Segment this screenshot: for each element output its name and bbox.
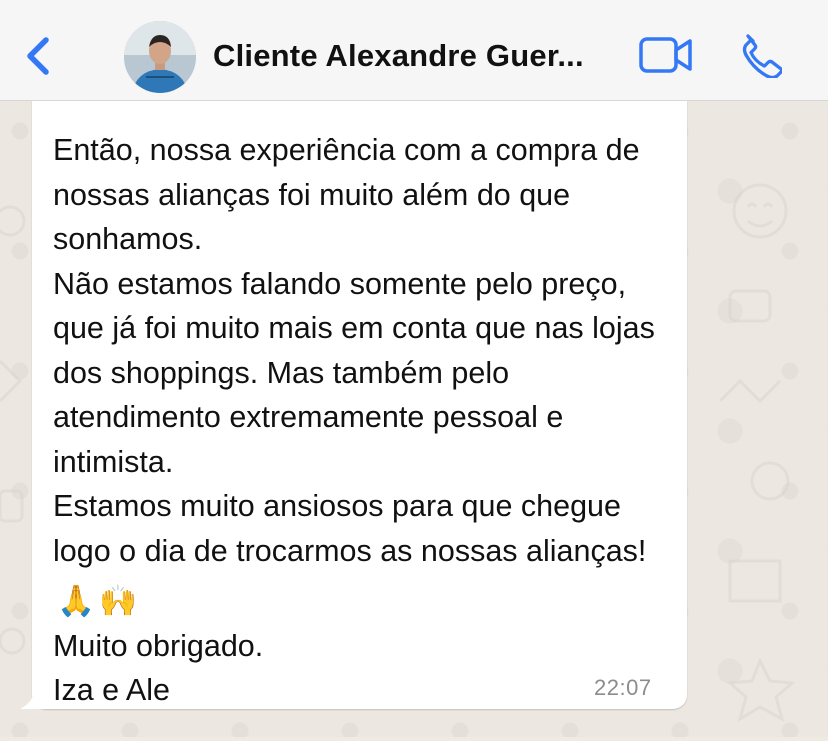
raising-hands-emoji: 🙌 — [98, 584, 137, 618]
chat-header: Cliente Alexandre Guer... — [0, 0, 828, 101]
bubble-tail-icon — [20, 682, 46, 709]
contact-name[interactable]: Cliente Alexandre Guer... — [213, 38, 618, 74]
avatar-photo-icon — [124, 21, 196, 93]
message-signature: Iza e Ale — [53, 673, 170, 707]
contact-avatar[interactable] — [124, 21, 196, 93]
message-paragraph-4: Muito obrigado. — [53, 628, 264, 663]
praying-hands-emoji: 🙏 — [57, 584, 95, 618]
back-button[interactable] — [22, 34, 58, 78]
wallpaper-doodles-left-icon — [0, 205, 26, 655]
chevron-left-icon — [27, 37, 49, 75]
message-paragraph-3: Estamos muito ansiosos para que chegue l… — [53, 484, 673, 624]
message-paragraph-2: Não estamos falando somente pelo preço, … — [53, 266, 664, 479]
message-paragraph-3-text: Estamos muito ansiosos para que chegue l… — [53, 489, 647, 568]
video-camera-icon — [639, 37, 692, 73]
wallpaper-doodles-icon — [718, 183, 796, 723]
video-call-button[interactable] — [638, 34, 694, 76]
phone-icon — [742, 34, 784, 80]
voice-call-button[interactable] — [736, 32, 784, 80]
message-text: Então, nossa experiência com a compra de… — [53, 128, 673, 713]
message-paragraph-1: Então, nossa experiência com a compra de… — [53, 133, 649, 256]
message-timestamp: 22:07 — [594, 675, 652, 700]
